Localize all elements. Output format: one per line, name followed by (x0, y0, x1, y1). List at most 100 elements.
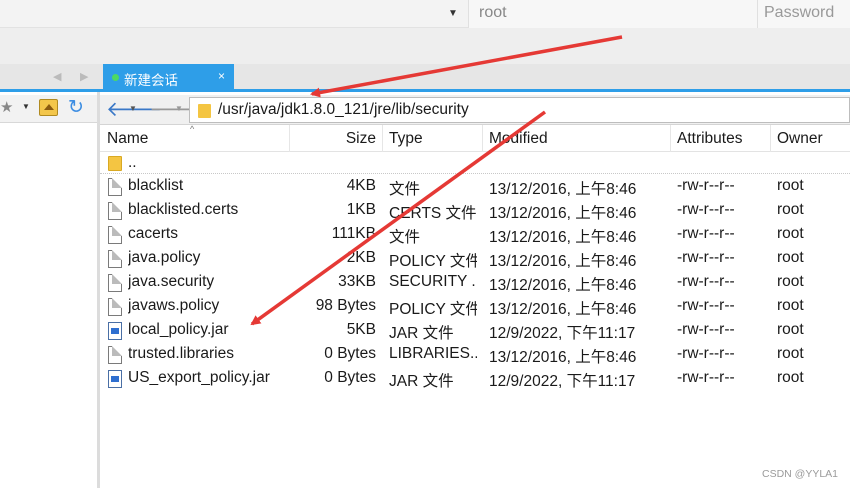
tab-scroll-right-icon[interactable]: ▶ (80, 70, 88, 83)
file-list: .. blacklist 4KB 文件 13/12/2016, 上午8:46 -rw-r… (100, 152, 850, 488)
file-type: JAR 文件 (389, 325, 454, 342)
file-attributes: -rw-r--r-- (677, 369, 735, 386)
file-attributes: -rw-r--r-- (677, 249, 735, 266)
path-input[interactable]: /usr/java/jdk1.8.0_121/jre/lib/security (189, 97, 850, 123)
bookmark-star-icon[interactable]: ★ (0, 98, 13, 116)
column-header-size[interactable]: Size (290, 125, 383, 152)
file-name: US_export_policy.jar (128, 369, 270, 386)
folder-icon (198, 104, 211, 118)
file-row[interactable]: blacklist 4KB 文件 13/12/2016, 上午8:46 -rw-r--r… (100, 175, 850, 199)
file-type: POLICY 文件 (389, 253, 477, 270)
file-name: javaws.policy (128, 297, 220, 314)
tab-scroll-left-icon[interactable]: ◀ (53, 70, 61, 83)
file-modified: 12/9/2022, 下午11:17 (489, 325, 636, 342)
file-attributes: -rw-r--r-- (677, 177, 735, 194)
file-size: 0 Bytes (324, 369, 376, 386)
file-attributes: -rw-r--r-- (677, 345, 735, 362)
watermark: CSDN @YYLA1 (762, 468, 839, 480)
file-name: .. (128, 154, 137, 171)
file-modified: 13/12/2016, 上午8:46 (489, 181, 637, 198)
file-size: 98 Bytes (315, 297, 376, 314)
file-attributes: -rw-r--r-- (677, 201, 735, 218)
file-list-header: Name ^ Size Type Modified Attributes Own… (100, 124, 850, 152)
file-name: java.policy (128, 249, 201, 266)
file-name: blacklist (128, 177, 184, 194)
file-owner: root (777, 177, 804, 194)
file-modified: 13/12/2016, 上午8:46 (489, 277, 637, 294)
file-owner: root (777, 201, 804, 218)
file-icon (108, 298, 122, 316)
chevron-down-icon[interactable]: ▼ (129, 104, 137, 113)
column-header-name[interactable]: Name ^ (100, 124, 290, 152)
close-icon[interactable]: × (218, 69, 225, 83)
column-header-modified[interactable]: Modified (483, 125, 671, 152)
file-owner: root (777, 321, 804, 338)
file-icon (108, 178, 122, 196)
file-attributes: -rw-r--r-- (677, 297, 735, 314)
chevron-down-icon[interactable]: ▼ (175, 104, 183, 113)
jar-icon (108, 322, 122, 340)
file-attributes: -rw-r--r-- (677, 321, 735, 338)
file-name: blacklisted.certs (128, 201, 239, 218)
file-size: 33KB (338, 273, 376, 290)
session-tab-bar: ◀ ▶ 新建会话 × (0, 64, 850, 92)
folder-icon (108, 156, 122, 171)
file-row[interactable]: trusted.libraries 0 Bytes LIBRARIES... 13/1… (100, 343, 850, 367)
file-attributes: -rw-r--r-- (677, 225, 735, 242)
file-row[interactable]: java.policy 2KB POLICY 文件 13/12/2016, 上午8:4… (100, 247, 850, 271)
local-panel (0, 123, 97, 488)
file-owner: root (777, 225, 804, 242)
file-owner: root (777, 345, 804, 362)
file-name: trusted.libraries (128, 345, 234, 362)
password-field[interactable]: Password (758, 0, 850, 28)
file-name: local_policy.jar (128, 321, 229, 338)
chevron-down-icon[interactable]: ▼ (22, 102, 30, 111)
file-size: 5KB (346, 321, 376, 338)
file-size: 2KB (346, 249, 376, 266)
jar-icon (108, 370, 122, 388)
file-modified: 13/12/2016, 上午8:46 (489, 229, 637, 246)
remote-panel-toolbar: 🡐 ▼ 🡒 ▼ /usr/java/jdk1.8.0_121/jre/lib/s… (100, 95, 850, 125)
column-header-owner[interactable]: Owner (771, 125, 850, 152)
file-type: SECURITY ... (389, 273, 477, 290)
file-type: LIBRARIES... (389, 345, 477, 362)
file-modified: 12/9/2022, 下午11:17 (489, 373, 636, 390)
file-icon (108, 250, 122, 268)
file-icon (108, 274, 122, 292)
toolbar-band (0, 28, 850, 64)
file-size: 4KB (346, 177, 376, 194)
file-owner: root (777, 273, 804, 290)
file-name: cacerts (128, 225, 178, 242)
file-icon (108, 226, 122, 244)
file-type: 文件 (389, 229, 421, 246)
column-header-type[interactable]: Type (383, 125, 483, 152)
path-text: /usr/java/jdk1.8.0_121/jre/lib/security (218, 101, 469, 118)
file-row[interactable]: cacerts 111KB 文件 13/12/2016, 上午8:46 -rw-r--r… (100, 223, 850, 247)
file-row[interactable]: java.security 33KB SECURITY ... 13/12/2016,… (100, 271, 850, 295)
sort-ascending-icon: ^ (190, 124, 195, 134)
column-name-label: Name (107, 130, 149, 147)
refresh-icon[interactable]: ↻ (68, 96, 84, 119)
file-name: java.security (128, 273, 215, 290)
file-row[interactable]: local_policy.jar 5KB JAR 文件 12/9/2022, 下午11… (100, 319, 850, 343)
file-modified: 13/12/2016, 上午8:46 (489, 349, 637, 366)
divider (100, 173, 850, 174)
column-header-attributes[interactable]: Attributes (671, 125, 771, 152)
file-row[interactable]: US_export_policy.jar 0 Bytes JAR 文件 12/9/20… (100, 367, 850, 391)
file-row[interactable]: javaws.policy 98 Bytes POLICY 文件 13/12/2016… (100, 295, 850, 319)
session-tab[interactable]: 新建会话 × (103, 64, 234, 90)
file-size: 1KB (346, 201, 376, 218)
chevron-down-icon[interactable]: ▼ (448, 8, 458, 19)
connection-bar: ▼ root Password (0, 0, 850, 28)
file-attributes: -rw-r--r-- (677, 273, 735, 290)
file-type: 文件 (389, 181, 421, 198)
home-folder-icon[interactable] (39, 99, 58, 116)
local-panel-toolbar: ★ ▼ ↻ (0, 95, 97, 123)
file-row[interactable]: blacklisted.certs 1KB CERTS 文件 13/12/2016, … (100, 199, 850, 223)
file-type: JAR 文件 (389, 373, 454, 390)
username-field[interactable]: root (468, 0, 758, 28)
file-modified: 13/12/2016, 上午8:46 (489, 205, 637, 222)
file-owner: root (777, 297, 804, 314)
file-modified: 13/12/2016, 上午8:46 (489, 301, 637, 318)
file-type: POLICY 文件 (389, 301, 477, 318)
